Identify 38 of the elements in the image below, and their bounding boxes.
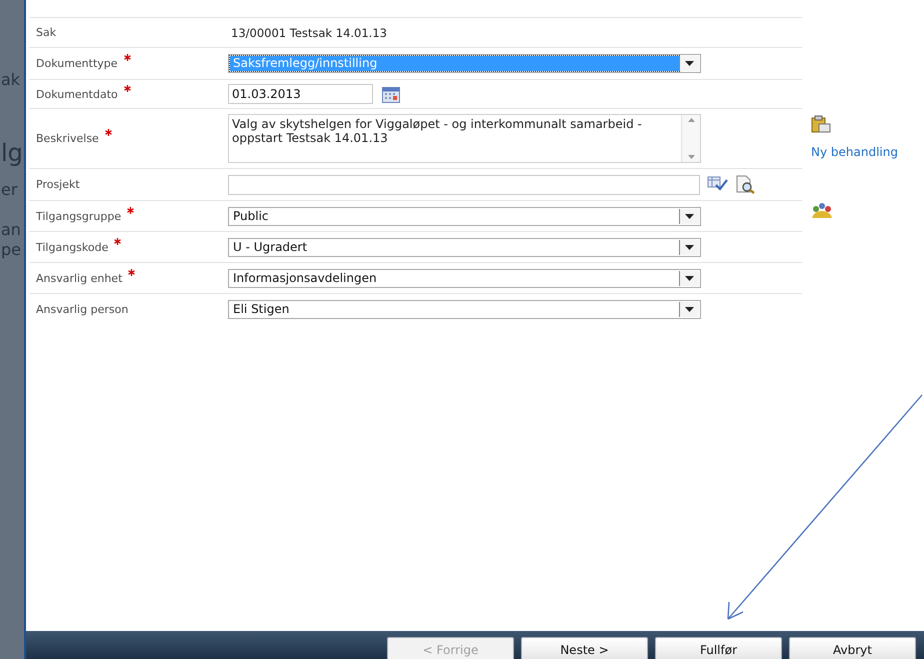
field-label: Beskrivelse (36, 132, 99, 145)
footer-button[interactable]: Fullfør (655, 637, 782, 659)
field-label: Prosjekt (36, 178, 80, 191)
dropdown-field[interactable]: Informasjonsavdelingen (228, 268, 701, 288)
footer-button[interactable]: Neste > (521, 637, 648, 659)
field-label: Tilgangsgruppe (36, 210, 122, 222)
dropdown-arrow-icon (685, 61, 694, 66)
field-label: Tilgangskode (36, 240, 108, 254)
field-label: Dokumenttype (36, 57, 118, 70)
check-names-icon (707, 175, 728, 192)
project-field[interactable] (228, 174, 700, 194)
field-value: 13/00001 Testsak 14.01.13 (230, 26, 387, 40)
dropdown-field[interactable]: Eli Stigen (228, 300, 701, 318)
field-label: Ansvarlig enhet (36, 272, 122, 284)
scroll-down-arrow-icon (688, 155, 694, 159)
background-page-text: pe (1, 240, 22, 260)
field-label: Ansvarlig person (36, 302, 128, 316)
background-page-text: lg (1, 138, 24, 169)
background-page-text: er (1, 180, 18, 200)
dropdown-arrow-icon (685, 244, 694, 250)
dropdown-field[interactable]: Public (228, 206, 701, 226)
browse-search-icon (735, 175, 756, 194)
field-label: Dokumentdato (36, 88, 118, 100)
background-page-text: ak (1, 70, 22, 90)
dropdown-field[interactable]: U - Ugradert (228, 238, 701, 256)
dropdown-arrow-icon (685, 214, 694, 218)
calendar-icon (382, 86, 400, 102)
clipboard-icon (811, 115, 831, 133)
dropdown-arrow-icon (685, 306, 694, 312)
scroll-up-arrow-icon (688, 118, 694, 122)
footer-button[interactable]: Avbryt (789, 637, 916, 659)
field-label: Sak (36, 26, 56, 39)
date-field[interactable]: 01.03.2013 (228, 84, 373, 104)
user-group-icon (811, 202, 833, 219)
background-page-text: an (1, 220, 22, 240)
new-process-link[interactable]: Ny behandling (811, 145, 898, 159)
description-field[interactable]: Valg av skytshelgen for Viggaløpet - og interkommunalt samarbeid - oppstart Testsak 14.01.13 (228, 114, 701, 163)
dropdown-arrow-icon (685, 276, 694, 280)
